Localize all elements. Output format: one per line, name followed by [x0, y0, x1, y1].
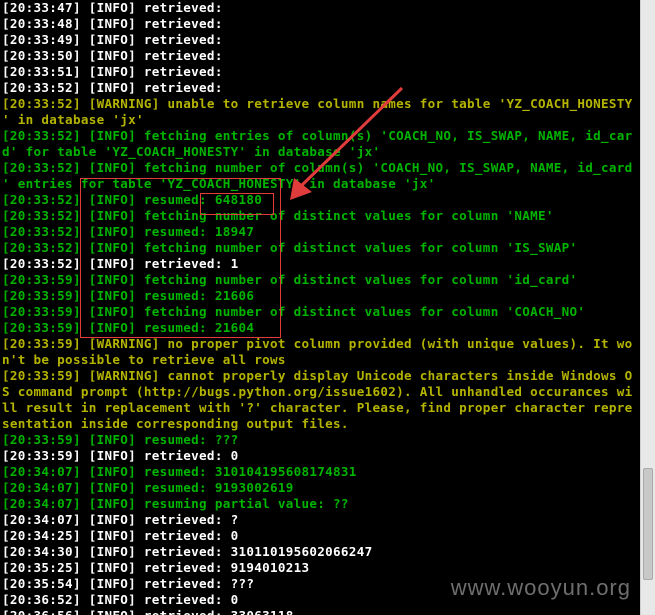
- terminal-line: [20:33:59] [WARNING] no proper pivot col…: [2, 336, 633, 351]
- terminal-line: [20:34:07] [INFO] resumed: 3101041956081…: [2, 464, 357, 479]
- terminal-line: [20:33:47] [INFO] retrieved:: [2, 0, 223, 15]
- terminal-line: [20:33:52] [INFO] retrieved:: [2, 80, 223, 95]
- terminal-line: [20:33:52] [INFO] fetching entries of co…: [2, 128, 633, 143]
- terminal-line: [20:33:59] [INFO] fetching number of dis…: [2, 272, 578, 287]
- vertical-scrollbar[interactable]: [640, 0, 655, 615]
- terminal-line: sentation inside corresponding output fi…: [2, 416, 349, 431]
- terminal-line: [20:36:56] [INFO] retrieved: 33063118: [0, 608, 640, 615]
- terminal-line: [20:33:48] [INFO] retrieved:: [2, 16, 223, 31]
- terminal-line: [20:33:52] [INFO] fetching number of col…: [2, 160, 633, 175]
- terminal-line: [20:34:07] [INFO] retrieved: ?: [2, 512, 239, 527]
- terminal-line: [20:33:59] [INFO] fetching number of dis…: [2, 304, 586, 319]
- watermark: www.wooyun.org: [450, 575, 631, 600]
- terminal-line: [20:34:30] [INFO] retrieved: 31011019560…: [2, 544, 373, 559]
- terminal-line: S command prompt (http://bugs.python.org…: [2, 384, 633, 399]
- terminal-line: [20:33:52] [INFO] resumed: 648180: [2, 192, 263, 207]
- terminal-line: n't be possible to retrieve all rows: [2, 352, 286, 367]
- terminal-line: ' in database 'jx': [2, 112, 144, 127]
- terminal-line: [20:33:59] [INFO] resumed: ???: [2, 432, 239, 447]
- terminal-output[interactable]: [20:33:47] [INFO] retrieved: [20:33:48] […: [0, 0, 640, 615]
- terminal-line: d' for table 'YZ_COACH_HONESTY' in datab…: [2, 144, 381, 159]
- terminal-line: [20:33:50] [INFO] retrieved:: [2, 48, 223, 63]
- terminal-line: [20:33:52] [INFO] fetching number of dis…: [2, 240, 578, 255]
- terminal-line: [20:34:07] [INFO] resuming partial value…: [2, 496, 349, 511]
- terminal-line: [20:33:52] [INFO] fetching number of dis…: [2, 208, 554, 223]
- terminal-line: [20:33:59] [INFO] retrieved: 0: [2, 448, 239, 463]
- scrollbar-thumb[interactable]: [643, 468, 653, 580]
- terminal-line: [20:33:52] [INFO] resumed: 18947: [2, 224, 255, 239]
- terminal-line: ll result in replacement with '?' charac…: [2, 400, 633, 415]
- terminal-line: [20:34:07] [INFO] resumed: 9193002619: [2, 480, 294, 495]
- terminal-line: [20:35:25] [INFO] retrieved: 9194010213: [2, 560, 310, 575]
- terminal-line: [20:33:59] [WARNING] cannot properly dis…: [2, 368, 633, 383]
- terminal-line: [20:33:59] [INFO] resumed: 21606: [2, 288, 255, 303]
- terminal-line: [20:33:52] [WARNING] unable to retrieve …: [2, 96, 633, 111]
- terminal-line: [20:33:51] [INFO] retrieved:: [2, 64, 223, 79]
- terminal-line: ' entries for table 'YZ_COACH_HONESTY' i…: [2, 176, 436, 191]
- terminal-line: [20:33:49] [INFO] retrieved:: [2, 32, 223, 47]
- terminal-line: [20:34:25] [INFO] retrieved: 0: [2, 528, 239, 543]
- terminal-line: [20:33:59] [INFO] resumed: 21604: [2, 320, 255, 335]
- terminal-line: [20:33:52] [INFO] retrieved: 1: [2, 256, 239, 271]
